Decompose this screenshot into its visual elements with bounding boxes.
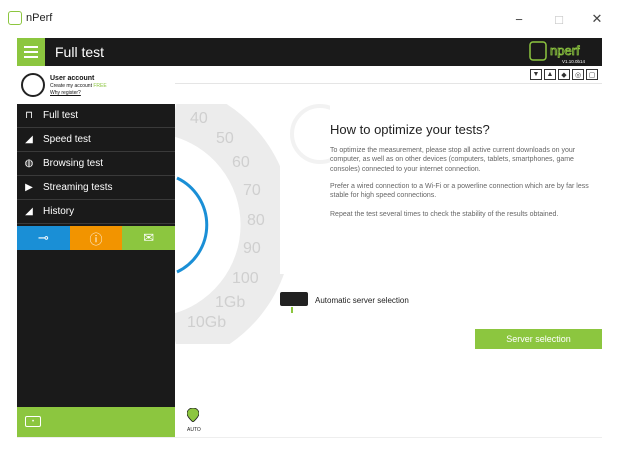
free-badge: FREE <box>93 83 107 89</box>
contact-button[interactable]: ✉ <box>122 226 176 250</box>
top-strip: ▼ ▲ ◆ ◎ ▢ <box>175 66 602 84</box>
gauge-label-90: 90 <box>243 240 261 257</box>
account-title: User account <box>50 75 95 82</box>
tips-paragraph-2: Prefer a wired connection to a Wi-Fi or … <box>330 183 589 200</box>
optimize-tips-panel: How to optimize your tests? To optimize … <box>280 104 602 274</box>
gauge-label-80: 80 <box>247 212 265 229</box>
tips-paragraph-1: To optimize the measurement, please stop… <box>330 147 576 173</box>
server-icon <box>280 292 308 313</box>
speed-gauge: 40 50 60 70 80 90 100 1Gb 10Gb <box>175 104 295 344</box>
globe-icon[interactable]: ◎ <box>572 69 584 80</box>
arrows-horizontal-icon[interactable]: ◆ <box>558 69 570 80</box>
window-icon[interactable]: ▢ <box>586 69 598 80</box>
info-icon: ⓘ <box>89 231 103 247</box>
arrow-down-icon[interactable]: ▼ <box>530 69 542 80</box>
gauge-label-40: 40 <box>190 110 208 127</box>
wrench-icon: ⊸ <box>37 230 49 245</box>
action-buttons: ⊸ ⓘ ✉ <box>17 226 176 250</box>
gauge-label-1gb: 1Gb <box>215 294 246 311</box>
mail-icon: ✉ <box>143 230 155 245</box>
gauge-label-60: 60 <box>232 154 250 171</box>
app-header: Full test nperf V1.10.0b14 <box>17 38 602 66</box>
title-bar: nPerf − □ ✕ <box>0 0 620 38</box>
settings-button[interactable]: ⊸ <box>17 226 70 250</box>
gauge-label-100: 100 <box>232 270 259 287</box>
arrow-up-icon[interactable]: ▲ <box>544 69 556 80</box>
footer-left-bar: • <box>17 407 175 437</box>
gauge-label-70: 70 <box>243 182 261 199</box>
gauge-label-10gb: 10Gb <box>187 314 227 331</box>
minimize-button[interactable]: − <box>500 6 538 32</box>
tips-paragraph-3: Repeat the test several times to check t… <box>330 211 559 218</box>
sidebar-item-history[interactable]: ◢ History <box>17 200 175 224</box>
sidebar-item-speed-test[interactable]: ◢ Speed test <box>17 128 175 152</box>
nperf-icon: ⊓ <box>25 110 33 121</box>
history-icon: ◢ <box>25 206 33 217</box>
user-avatar-icon[interactable] <box>21 73 45 97</box>
create-account-link[interactable]: Create my account FREE <box>50 83 107 89</box>
page-title: Full test <box>55 44 105 60</box>
server-row: Automatic server selection <box>280 290 602 314</box>
app-logo-icon <box>8 11 22 25</box>
sidebar-item-streaming-tests[interactable]: ▶ Streaming tests <box>17 176 175 200</box>
why-register-link[interactable]: Why register? <box>50 90 81 96</box>
app-name: nPerf <box>26 12 53 24</box>
globe-icon: ◍ <box>24 158 34 169</box>
info-watermark-icon <box>290 104 330 164</box>
status-divider <box>17 437 602 438</box>
location-pin-icon[interactable] <box>187 408 199 422</box>
info-button[interactable]: ⓘ <box>69 226 123 250</box>
account-area: User account Create my account FREE Why … <box>17 66 602 104</box>
tips-title: How to optimize your tests? <box>330 122 490 137</box>
auto-label: AUTO <box>187 427 201 433</box>
sidebar: ⊓ Full test ◢ Speed test ◍ Browsing test ▶ S… <box>17 104 176 407</box>
gauge-label-50: 50 <box>216 130 234 147</box>
play-icon: ▶ <box>25 182 33 193</box>
svg-text:nperf: nperf <box>550 43 580 58</box>
sidebar-item-full-test[interactable]: ⊓ Full test <box>17 104 175 128</box>
svg-text:V1.10.0b14: V1.10.0b14 <box>562 59 586 64</box>
ticket-icon[interactable]: • <box>25 416 41 427</box>
speedometer-icon: ◢ <box>25 134 33 145</box>
maximize-button[interactable]: □ <box>540 6 578 32</box>
server-selection-button[interactable]: Server selection <box>475 329 602 349</box>
toolbar-buttons: ▼ ▲ ◆ ◎ ▢ <box>530 69 598 80</box>
nperf-logo: nperf V1.10.0b14 <box>529 41 586 64</box>
sidebar-item-browsing-test[interactable]: ◍ Browsing test <box>17 152 175 176</box>
hamburger-menu-button[interactable] <box>17 38 45 66</box>
server-label: Automatic server selection <box>315 296 409 305</box>
close-button[interactable]: ✕ <box>578 6 616 32</box>
